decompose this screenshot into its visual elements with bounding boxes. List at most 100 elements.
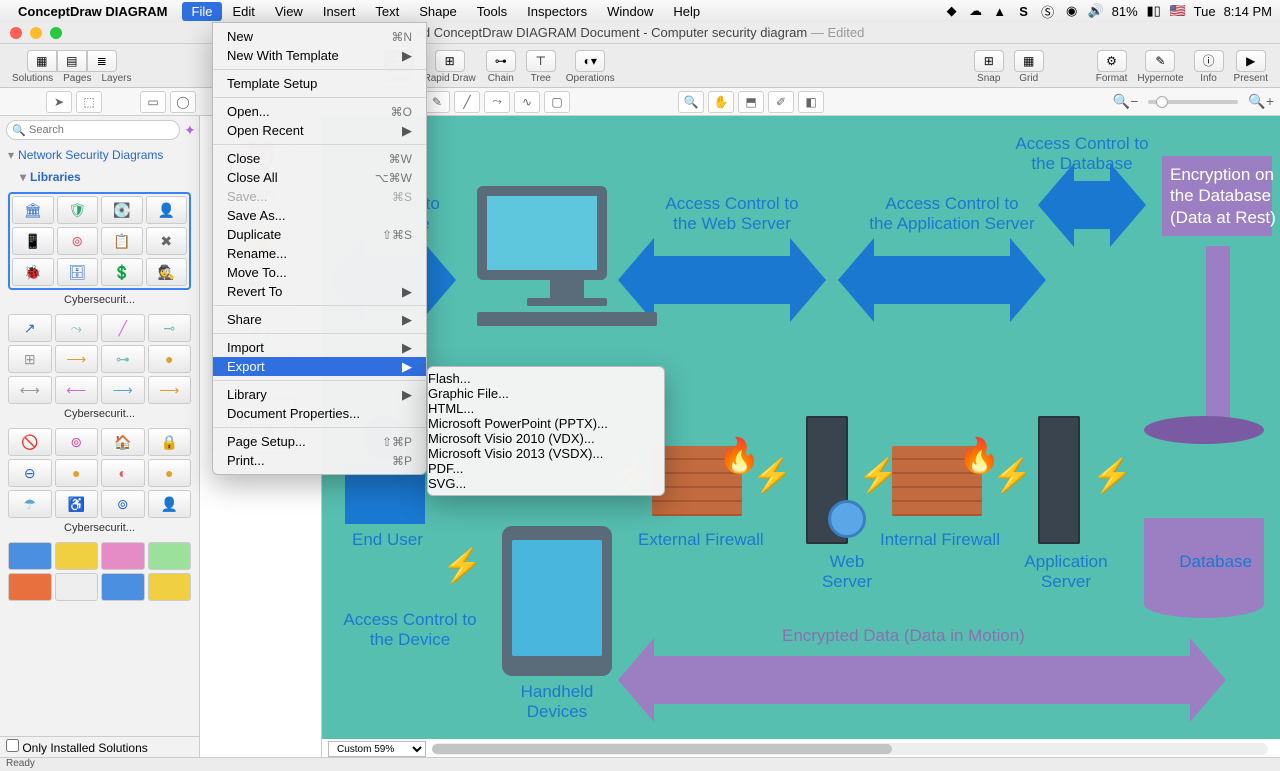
solutions-button[interactable]: ▦ <box>27 50 57 72</box>
file-menu-duplicate[interactable]: Duplicate⇧⌘S <box>213 225 426 244</box>
pages-button[interactable]: ▤ <box>57 50 87 72</box>
file-menu-export[interactable]: Export▶ <box>213 357 426 376</box>
shape-tool[interactable]: ▢ <box>544 91 570 113</box>
info-button[interactable]: ⓘ <box>1194 50 1224 72</box>
file-menu-library[interactable]: Library▶ <box>213 385 426 404</box>
library-group-2[interactable]: ↗⤳╱⊸ ⊞⟶⊶● ⟷⟵⟶⟶ <box>8 314 191 404</box>
export-microsoft-visio-vdx-[interactable]: Microsoft Visio 2010 (VDX)... <box>428 431 664 446</box>
volume-icon[interactable]: 🔊 <box>1088 3 1104 19</box>
crop-tool[interactable]: ⬒ <box>738 91 764 113</box>
file-menu-template-setup[interactable]: Template Setup <box>213 74 426 93</box>
tree-button[interactable]: ⊤ <box>526 50 556 72</box>
file-menu-save-[interactable]: Save...⌘S <box>213 187 426 206</box>
library-group-4[interactable] <box>8 542 191 601</box>
export-microsoft-powerpoint-pptx-[interactable]: Microsoft PowerPoint (PPTX)... <box>428 416 664 431</box>
flag-icon[interactable]: 🇺🇸 <box>1170 3 1186 19</box>
arrow-db[interactable] <box>1072 181 1112 229</box>
arrow-encrypted-data[interactable] <box>652 656 1192 704</box>
line-tool[interactable]: ╱ <box>454 91 480 113</box>
connector-tool[interactable]: ⤳ <box>484 91 510 113</box>
menu-view[interactable]: View <box>265 2 313 21</box>
file-menu-import[interactable]: Import▶ <box>213 338 426 357</box>
file-menu-document-properties-[interactable]: Document Properties... <box>213 404 426 423</box>
chain-button[interactable]: ⊶ <box>486 50 516 72</box>
file-menu-print-[interactable]: Print...⌘P <box>213 451 426 470</box>
file-menu-rename-[interactable]: Rename... <box>213 244 426 263</box>
file-menu-save-as-[interactable]: Save As... <box>213 206 426 225</box>
eraser-tool[interactable]: ◧ <box>798 91 824 113</box>
desktop-shape[interactable] <box>477 186 657 326</box>
encryption-db-box[interactable]: Encryption on the Database (Data at Rest… <box>1162 156 1272 236</box>
operations-button[interactable]: ◐▾ <box>575 50 605 72</box>
file-menu-new-with-template[interactable]: New With Template▶ <box>213 46 426 65</box>
library-group-3[interactable]: 🚫⊚🏠🔒 ⊖●◐● ☂♿⊚👤 <box>8 428 191 518</box>
menu-help[interactable]: Help <box>663 2 710 21</box>
format-button[interactable]: ⚙ <box>1097 50 1127 72</box>
rapid-draw-button[interactable]: ⊞ <box>435 50 465 72</box>
export-pdf-[interactable]: PDF... <box>428 461 664 476</box>
file-menu-close[interactable]: Close⌘W <box>213 149 426 168</box>
ellipse-tool[interactable]: ◯ <box>170 91 196 113</box>
handheld-shape[interactable] <box>502 526 612 676</box>
app-name[interactable]: ConceptDraw DIAGRAM <box>18 4 168 19</box>
hand-tool[interactable]: ✋ <box>708 91 734 113</box>
eyedropper-tool[interactable]: ✐ <box>768 91 794 113</box>
tree-libraries[interactable]: ▾Libraries <box>0 166 199 188</box>
arrow-db-down[interactable] <box>1206 246 1230 426</box>
menu-insert[interactable]: Insert <box>313 2 366 21</box>
zoom-slider[interactable] <box>1148 100 1238 104</box>
menu-file[interactable]: File <box>182 2 223 21</box>
export-svg-[interactable]: SVG... <box>428 476 664 491</box>
file-menu-share[interactable]: Share▶ <box>213 310 426 329</box>
grid-button[interactable]: ▦ <box>1014 50 1044 72</box>
file-menu-close-all[interactable]: Close All⌥⌘W <box>213 168 426 187</box>
vlc-icon[interactable]: ▲ <box>992 4 1008 19</box>
s-icon[interactable]: S <box>1016 4 1032 19</box>
app-server-shape[interactable] <box>1038 416 1080 544</box>
file-menu-new[interactable]: New⌘N <box>213 27 426 46</box>
horizontal-scrollbar[interactable] <box>432 743 1268 755</box>
export-microsoft-visio-vsdx-[interactable]: Microsoft Visio 2013 (VSDX)... <box>428 446 664 461</box>
file-menu-open-[interactable]: Open...⌘O <box>213 102 426 121</box>
pointer-tool[interactable]: ➤ <box>46 91 72 113</box>
file-menu-move-to-[interactable]: Move To... <box>213 263 426 282</box>
pen-tool[interactable]: ✎ <box>424 91 450 113</box>
arrow-app[interactable] <box>872 256 1012 304</box>
marquee-tool[interactable]: ⬚ <box>76 91 102 113</box>
present-button[interactable]: ▶ <box>1236 50 1266 72</box>
only-installed-checkbox[interactable]: Only Installed Solutions <box>0 736 199 757</box>
export-flash-[interactable]: Flash... <box>428 371 664 386</box>
zoom-out-icon[interactable]: 🔍− <box>1113 93 1139 110</box>
library-group-1[interactable]: 🏛🛡💽👤 📱⊚📋✖ 🐞🗄💲🕵 <box>8 192 191 290</box>
file-menu-revert-to[interactable]: Revert To▶ <box>213 282 426 301</box>
zoom-tool[interactable]: 🔍 <box>678 91 704 113</box>
arrow-web[interactable] <box>652 256 792 304</box>
rect-tool[interactable]: ▭ <box>140 91 166 113</box>
menu-window[interactable]: Window <box>597 2 663 21</box>
database-shape[interactable] <box>1144 416 1264 444</box>
zoom-select[interactable]: Custom 59% <box>328 741 426 757</box>
menu-text[interactable]: Text <box>365 2 409 21</box>
wand-icon[interactable]: ✦ <box>184 122 196 139</box>
file-menu-open-recent[interactable]: Open Recent▶ <box>213 121 426 140</box>
export-html-[interactable]: HTML... <box>428 401 664 416</box>
file-menu-page-setup-[interactable]: Page Setup...⇧⌘P <box>213 432 426 451</box>
menu-inspectors[interactable]: Inspectors <box>517 2 597 21</box>
layers-button[interactable]: ≣ <box>87 50 117 72</box>
diamond-icon[interactable]: ◆ <box>944 3 960 19</box>
menu-edit[interactable]: Edit <box>222 2 264 21</box>
export-graphic-file-[interactable]: Graphic File... <box>428 386 664 401</box>
curve-tool[interactable]: ∿ <box>514 91 540 113</box>
wifi-icon[interactable]: ◉ <box>1064 3 1080 19</box>
cloud-icon[interactable]: ☁ <box>968 3 984 19</box>
hypernote-button[interactable]: ✎ <box>1145 50 1175 72</box>
skype-icon[interactable]: Ⓢ <box>1040 2 1056 21</box>
search-input[interactable] <box>6 120 180 140</box>
battery-icon[interactable]: ▮▯ <box>1146 3 1162 19</box>
file-menu-dropdown: New⌘NNew With Template▶ Template Setup Ope… <box>212 22 427 475</box>
tree-root[interactable]: ▾Network Security Diagrams <box>0 144 199 166</box>
snap-button[interactable]: ⊞ <box>974 50 1004 72</box>
menu-shape[interactable]: Shape <box>409 2 467 21</box>
menu-tools[interactable]: Tools <box>467 2 517 21</box>
zoom-in-icon[interactable]: 🔍+ <box>1248 93 1274 110</box>
